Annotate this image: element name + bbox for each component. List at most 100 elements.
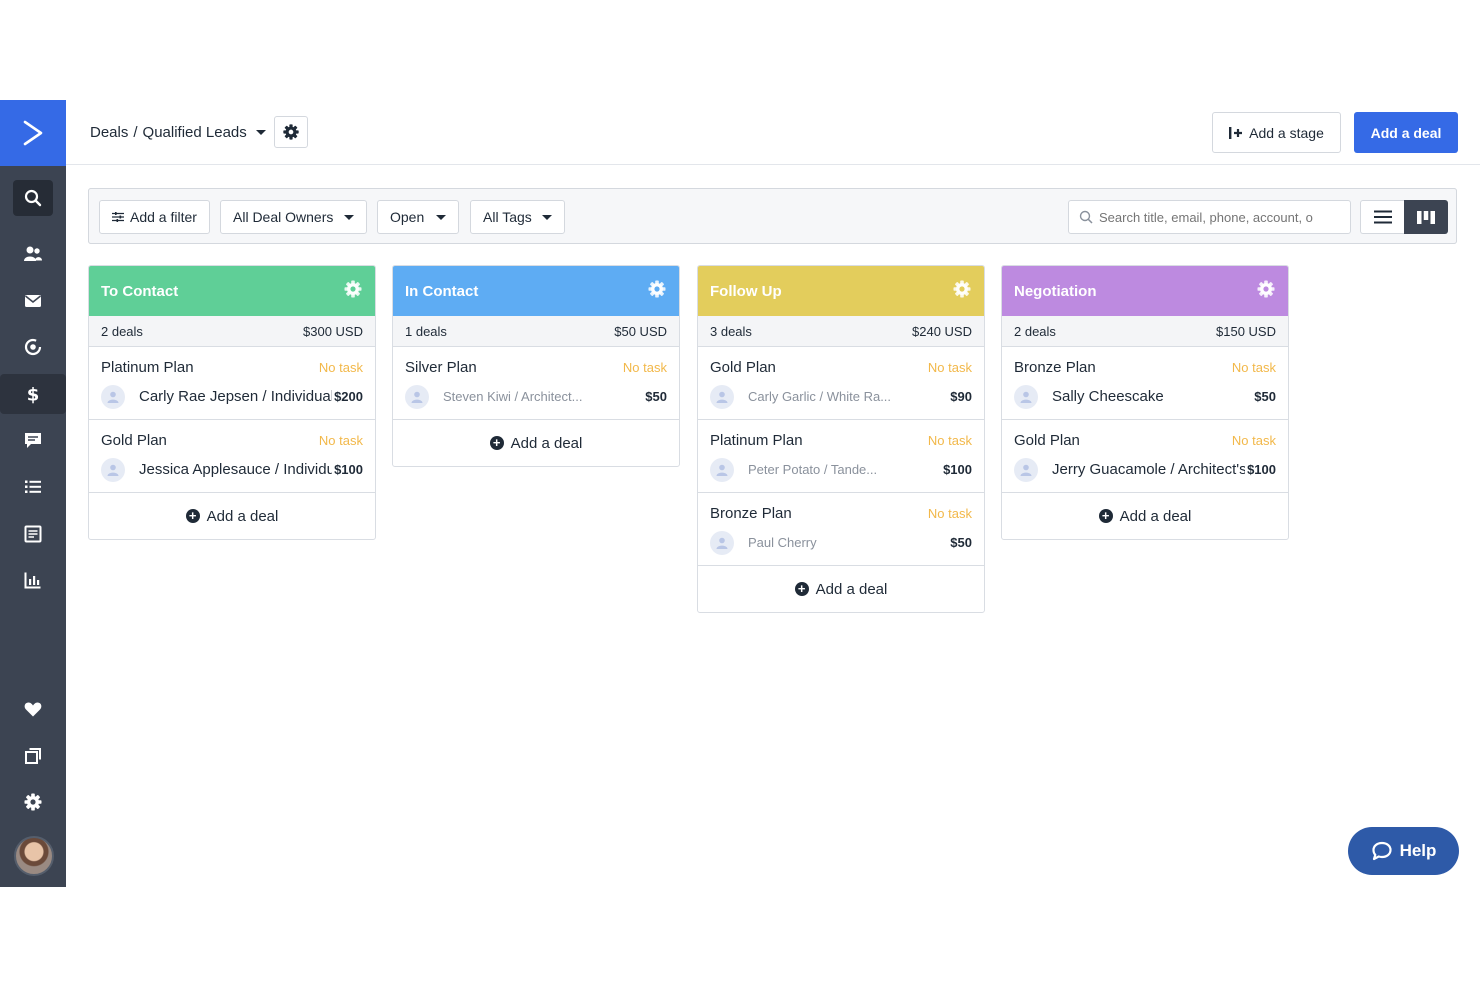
task-status[interactable]: No task (319, 360, 363, 375)
deal-value: $100 (941, 462, 972, 477)
add-deal-label: Add a deal (510, 434, 583, 452)
status-dropdown[interactable]: Open (377, 200, 459, 234)
task-status[interactable]: No task (1232, 360, 1276, 375)
deal-title[interactable]: Bronze Plan (710, 505, 792, 522)
sidebar-item-conversations[interactable] (13, 422, 53, 458)
deal-contact[interactable]: Carly Rae Jepsen / Individual In (139, 388, 335, 405)
stage-header[interactable]: To Contact (89, 266, 375, 316)
sidebar-item-deals[interactable]: $ (0, 374, 66, 414)
deal-title[interactable]: Gold Plan (710, 359, 776, 376)
search-box[interactable] (1068, 200, 1351, 234)
search-input[interactable] (1099, 209, 1339, 225)
avatar[interactable] (14, 836, 54, 876)
task-status[interactable]: No task (928, 360, 972, 375)
sidebar-item-contacts[interactable] (13, 236, 53, 272)
tags-label: All Tags (483, 209, 532, 225)
task-status[interactable]: No task (1232, 433, 1276, 448)
deal-card[interactable]: Gold Plan No task Jessica Applesauce / Ind… (89, 420, 375, 493)
contact-avatar (1014, 458, 1038, 482)
deal-title[interactable]: Gold Plan (1014, 432, 1080, 449)
sidebar-item-forms[interactable] (13, 516, 53, 552)
stage-settings-button[interactable] (1256, 279, 1276, 303)
plus-circle-icon: + (489, 436, 504, 450)
sidebar-item-pages[interactable] (13, 738, 53, 774)
chevron-down-icon[interactable] (255, 130, 266, 135)
deal-card[interactable]: Bronze Plan No task Paul Cherry $50 (698, 493, 984, 566)
deal-count: 2 deals (1014, 323, 1056, 339)
deal-card[interactable]: Gold Plan No task Jerry Guacamole / Archit… (1002, 420, 1288, 493)
task-status[interactable]: No task (928, 433, 972, 448)
deal-card[interactable]: Bronze Plan No task Sally Cheescake $50 (1002, 347, 1288, 420)
deal-contact[interactable]: Jessica Applesauce / Individual (139, 461, 335, 478)
sidebar-item-campaigns[interactable] (13, 283, 53, 319)
add-stage-button[interactable]: Add a stage (1212, 112, 1341, 153)
plus-circle-icon: + (1098, 509, 1113, 523)
logo[interactable] (0, 100, 66, 166)
add-deal-to-stage-button[interactable]: + Add a deal (89, 493, 375, 539)
task-status[interactable]: No task (319, 433, 363, 448)
help-label: Help (1399, 841, 1437, 860)
add-deal-to-stage-button[interactable]: + Add a deal (1002, 493, 1288, 539)
stage-settings-button[interactable] (952, 279, 972, 303)
deal-contact[interactable]: Sally Cheescake (1052, 388, 1248, 405)
tags-dropdown[interactable]: All Tags (470, 200, 565, 234)
deal-contact[interactable]: Peter Potato / Tande... (748, 462, 898, 477)
contact-avatar (710, 458, 734, 482)
sidebar-item-automations[interactable] (13, 329, 53, 365)
deal-title[interactable]: Silver Plan (405, 359, 477, 376)
board-view-button[interactable] (1404, 200, 1448, 234)
deal-card[interactable]: Platinum Plan No task Peter Potato / Tande… (698, 420, 984, 493)
stage-column: In Contact 1 deals $50 USD Silver Plan No ta… (392, 265, 680, 467)
stage-header[interactable]: Negotiation (1002, 266, 1288, 316)
stage-settings-button[interactable] (343, 279, 363, 303)
deal-owners-dropdown[interactable]: All Deal Owners (220, 200, 367, 234)
sidebar-item-favorites[interactable] (13, 691, 53, 727)
person-icon (716, 391, 728, 403)
gear-icon (953, 280, 971, 298)
task-status[interactable]: No task (623, 360, 667, 375)
svg-text:$: $ (27, 385, 40, 405)
add-deal-to-stage-button[interactable]: + Add a deal (698, 566, 984, 612)
deal-value: $200 (332, 389, 363, 404)
list-icon (25, 480, 41, 493)
add-deal-button[interactable]: Add a deal (1354, 112, 1458, 153)
stage-settings-button[interactable] (647, 279, 667, 303)
deal-value: $50 (643, 389, 667, 404)
deal-contact[interactable]: Paul Cherry (748, 535, 898, 550)
status-label: Open (390, 209, 425, 225)
pages-icon (25, 748, 41, 764)
forms-icon (24, 525, 42, 543)
heart-icon (24, 702, 42, 717)
deal-contact[interactable]: Jerry Guacamole / Architect's F (1052, 461, 1248, 478)
stage-summary: 1 deals $50 USD (393, 316, 679, 347)
stage-header[interactable]: Follow Up (698, 266, 984, 316)
sidebar-item-search[interactable] (13, 180, 53, 216)
deal-title[interactable]: Platinum Plan (101, 359, 194, 376)
contacts-icon (24, 246, 42, 261)
breadcrumb-deals[interactable]: Deals (90, 124, 128, 141)
add-stage-icon (1229, 126, 1243, 139)
deal-title[interactable]: Platinum Plan (710, 432, 803, 449)
deal-contact[interactable]: Carly Garlic / White Ra... (748, 389, 898, 404)
sidebar-item-reports[interactable] (13, 562, 53, 598)
stage-column: Follow Up 3 deals $240 USD Gold Plan No task… (697, 265, 985, 613)
sidebar-item-lists[interactable] (13, 469, 53, 505)
help-button[interactable]: Help (1348, 827, 1459, 875)
deal-title[interactable]: Bronze Plan (1014, 359, 1096, 376)
pipeline-selector[interactable]: Qualified Leads (143, 124, 247, 141)
deal-title[interactable]: Gold Plan (101, 432, 167, 449)
task-status[interactable]: No task (928, 506, 972, 521)
contact-avatar (101, 385, 125, 409)
stage-header[interactable]: In Contact (393, 266, 679, 316)
gear-icon (283, 124, 299, 140)
add-deal-to-stage-button[interactable]: + Add a deal (393, 420, 679, 466)
deal-count: 3 deals (710, 323, 752, 339)
deal-card[interactable]: Platinum Plan No task Carly Rae Jepsen / I… (89, 347, 375, 420)
deal-card[interactable]: Gold Plan No task Carly Garlic / White Ra.… (698, 347, 984, 420)
add-filter-button[interactable]: Add a filter (99, 200, 210, 234)
list-view-button[interactable] (1360, 200, 1404, 234)
deal-card[interactable]: Silver Plan No task Steven Kiwi / Architec… (393, 347, 679, 420)
deal-contact[interactable]: Steven Kiwi / Architect... (443, 389, 593, 404)
pipeline-settings-button[interactable] (274, 116, 308, 148)
sidebar-item-settings[interactable] (13, 784, 53, 820)
